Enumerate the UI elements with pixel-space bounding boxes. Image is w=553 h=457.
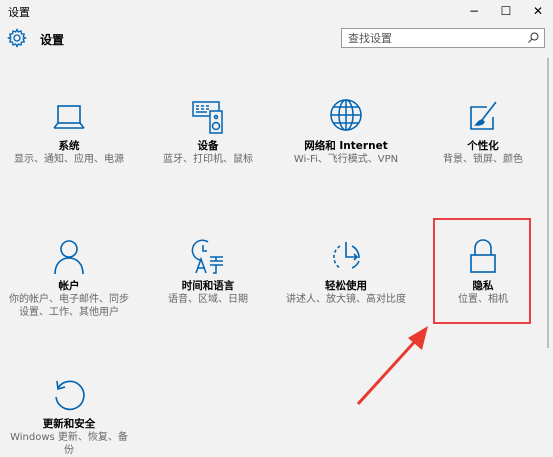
maximize-icon: ☐ bbox=[500, 4, 512, 18]
personalization-icon bbox=[470, 101, 497, 130]
tile-update-security[interactable]: 更新和安全 Windows 更新、恢复、备份 bbox=[9, 375, 129, 457]
minimize-icon: − bbox=[468, 4, 480, 18]
tile-network-description: Wi-Fi、飞行模式、VPN bbox=[293, 154, 399, 165]
scrollbar[interactable] bbox=[545, 56, 551, 451]
privacy-highlight-box bbox=[433, 218, 531, 324]
devices-icon bbox=[192, 101, 223, 134]
tile-ease-of-access-label: 轻松使用 bbox=[325, 280, 367, 292]
window-title: 设置 bbox=[8, 6, 30, 19]
tile-system-description: 显示、通知、应用、电源 bbox=[14, 154, 124, 165]
person-icon bbox=[54, 240, 84, 275]
tile-devices[interactable]: 设备 蓝牙、打印机、鼠标 bbox=[148, 97, 268, 166]
tile-personalization-description: 背景、锁屏、颜色 bbox=[443, 154, 523, 165]
scroll-thumb[interactable] bbox=[547, 58, 549, 348]
maximize-button[interactable]: ☐ bbox=[490, 0, 522, 22]
tile-system[interactable]: 系统 显示、通知、应用、电源 bbox=[9, 97, 129, 166]
laptop-icon bbox=[53, 105, 85, 129]
red-arrow-icon bbox=[356, 326, 428, 406]
tile-devices-description: 蓝牙、打印机、鼠标 bbox=[163, 154, 253, 165]
tile-system-label: 系统 bbox=[58, 140, 80, 152]
minimize-button[interactable]: − bbox=[458, 0, 490, 22]
ease-of-access-icon bbox=[333, 242, 360, 269]
page-title: 设置 bbox=[40, 33, 65, 47]
tile-accounts-label: 帐户 bbox=[58, 280, 80, 292]
tile-personalization-label: 个性化 bbox=[467, 140, 499, 152]
tile-ease-of-access[interactable]: 轻松使用 讲述人、放大镜、高对比度 bbox=[286, 237, 406, 306]
tile-time-language[interactable]: 时间和语言 语音、区域、日期 bbox=[148, 237, 268, 306]
tile-accounts-description: 你的帐户、电子邮件、同步设置、工作、其他用户 bbox=[9, 294, 129, 318]
title-bar: 设置 − ☐ ✕ bbox=[0, 0, 553, 24]
search-icon[interactable] bbox=[525, 30, 541, 46]
globe-icon bbox=[330, 99, 362, 131]
gear-icon bbox=[7, 28, 27, 48]
tile-time-language-label: 时间和语言 bbox=[181, 280, 235, 292]
tile-update-security-description: Windows 更新、恢复、备份 bbox=[10, 432, 128, 456]
tile-ease-of-access-description: 讲述人、放大镜、高对比度 bbox=[286, 294, 406, 305]
tile-accounts[interactable]: 帐户 你的帐户、电子邮件、同步设置、工作、其他用户 bbox=[9, 237, 129, 319]
close-icon: ✕ bbox=[532, 4, 544, 18]
tile-time-language-description: 语音、区域、日期 bbox=[168, 294, 248, 305]
tile-update-security-label: 更新和安全 bbox=[42, 418, 96, 430]
time-language-icon bbox=[191, 239, 223, 274]
tile-personalization[interactable]: 个性化 背景、锁屏、颜色 bbox=[423, 97, 543, 166]
close-button[interactable]: ✕ bbox=[522, 0, 553, 22]
tile-devices-label: 设备 bbox=[197, 140, 219, 152]
search-input[interactable] bbox=[342, 29, 529, 47]
tile-network-label: 网络和 Internet bbox=[304, 140, 388, 152]
update-icon bbox=[55, 380, 85, 411]
tile-network[interactable]: 网络和 Internet Wi-Fi、飞行模式、VPN bbox=[286, 97, 406, 166]
search-box[interactable] bbox=[341, 28, 545, 48]
